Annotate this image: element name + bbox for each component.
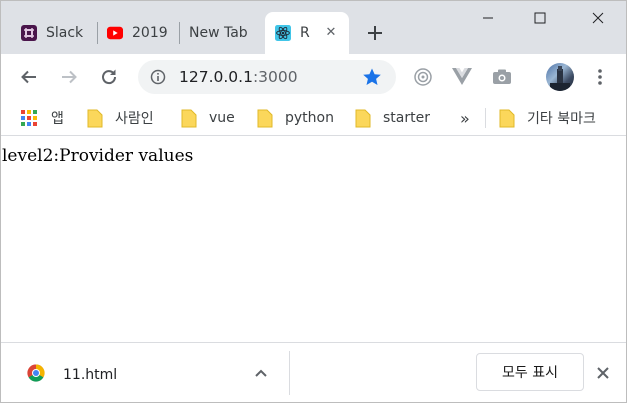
bookmark-label: 사람인: [115, 111, 154, 127]
address-bar[interactable]: 127.0.0.1:3000: [138, 60, 396, 94]
tab-title: 2019: [132, 25, 168, 41]
react-icon: [275, 25, 291, 41]
tab-title: Slack: [46, 25, 84, 41]
back-icon[interactable]: [14, 62, 44, 92]
youtube-icon: [107, 25, 123, 41]
more-bookmarks-icon[interactable]: »: [460, 108, 470, 128]
menu-icon[interactable]: [589, 66, 611, 88]
chevron-up-icon[interactable]: [252, 364, 270, 382]
chrome-file-icon: [27, 364, 45, 382]
bookmark-label: vue: [209, 110, 235, 126]
extension-lens-icon[interactable]: [412, 66, 434, 88]
profile-avatar[interactable]: [546, 63, 574, 91]
bookmark-label: 앱: [51, 111, 64, 127]
url-host: 127.0.0.1: [179, 68, 253, 86]
new-tab-icon[interactable]: [363, 21, 387, 45]
bookmark-separator: [485, 108, 486, 128]
close-tab-icon[interactable]: ✕: [323, 25, 339, 41]
folder-icon: [499, 109, 515, 128]
tab-active[interactable]: R ✕: [265, 12, 349, 54]
bookmark-label: python: [285, 110, 334, 126]
folder-icon: [181, 109, 197, 128]
folder-icon: [257, 109, 273, 128]
slack-icon: [21, 25, 37, 41]
minimize-icon[interactable]: [465, 1, 511, 35]
tab-title: R: [300, 25, 310, 41]
download-item[interactable]: 11.html: [1, 343, 289, 403]
close-shelf-icon[interactable]: [593, 363, 613, 383]
tab-new-tab[interactable]: New Tab: [179, 12, 265, 54]
bookmarks-bar: 앱 사람인 vue python starter » 기타 북마크: [1, 100, 626, 136]
vue-devtools-icon[interactable]: [451, 66, 473, 88]
window-close-icon[interactable]: [575, 1, 621, 35]
bookmark-label: »: [460, 108, 470, 128]
download-file-name: 11.html: [63, 367, 118, 383]
apps-grid-icon: [21, 110, 37, 126]
browser-window: Slack 2019 New Tab R ✕ 127.0.0.1:3000 앱 …: [0, 0, 627, 403]
tab-slack[interactable]: Slack: [11, 12, 97, 54]
page-content: level2:Provider values: [1, 137, 626, 342]
bookmark-label: 기타 북마크: [527, 111, 596, 127]
info-icon[interactable]: [150, 69, 166, 85]
reload-icon[interactable]: [94, 62, 124, 92]
download-separator: [289, 351, 290, 395]
bookmark-folder-vue[interactable]: vue: [181, 108, 235, 128]
camera-icon[interactable]: [491, 66, 513, 88]
folder-icon: [87, 109, 103, 128]
toolbar: 127.0.0.1:3000: [1, 54, 626, 100]
tab-strip: Slack 2019 New Tab R ✕: [1, 1, 626, 54]
bookmark-folder-saramin[interactable]: 사람인: [87, 108, 154, 128]
folder-icon: [355, 109, 371, 128]
bookmark-folder-python[interactable]: python: [257, 108, 334, 128]
forward-icon[interactable]: [54, 62, 84, 92]
download-shelf: 11.html 모두 표시: [1, 342, 626, 402]
bookmark-apps[interactable]: 앱: [21, 108, 64, 128]
tab-title: New Tab: [189, 25, 248, 41]
url-port: :3000: [252, 68, 298, 86]
page-text: level2:Provider values: [2, 146, 194, 166]
bookmark-star-icon[interactable]: [362, 67, 382, 87]
bookmark-folder-starter[interactable]: starter: [355, 108, 430, 128]
url-text: 127.0.0.1:3000: [179, 68, 298, 86]
bookmark-folder-other[interactable]: 기타 북마크: [499, 108, 596, 128]
show-all-button[interactable]: 모두 표시: [476, 353, 584, 391]
maximize-icon[interactable]: [517, 1, 563, 35]
tab-youtube[interactable]: 2019: [97, 12, 179, 54]
bookmark-label: starter: [383, 110, 430, 126]
